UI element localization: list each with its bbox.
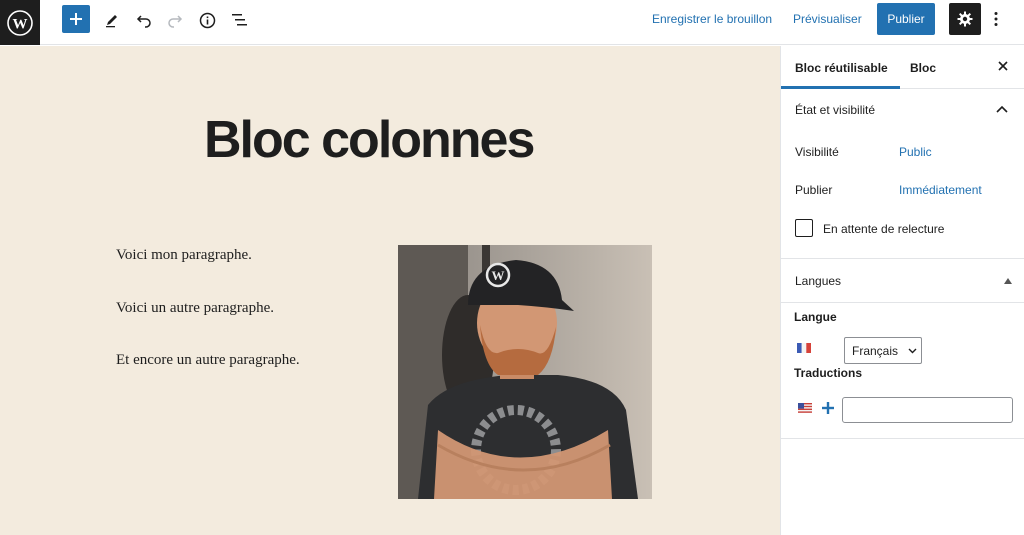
post-title[interactable]: Bloc colonnes — [204, 110, 535, 170]
details-button[interactable] — [193, 6, 221, 34]
plus-icon — [70, 13, 82, 25]
close-icon — [998, 61, 1008, 71]
undo-button[interactable] — [130, 6, 158, 34]
active-tab-indicator — [781, 86, 900, 89]
panel-divider — [781, 438, 1024, 439]
edit-tool-button[interactable] — [98, 6, 126, 34]
close-sidebar-button[interactable] — [995, 58, 1011, 74]
paragraph-block[interactable]: Voici mon paragraphe. — [116, 247, 252, 264]
chevron-up-icon — [996, 105, 1008, 113]
pending-review-checkbox[interactable] — [795, 219, 813, 237]
pencil-icon — [106, 15, 117, 28]
outline-button[interactable] — [225, 6, 253, 34]
preview-link[interactable]: Prévisualiser — [793, 12, 862, 26]
list-view-icon — [231, 14, 247, 26]
translations-label: Traductions — [794, 366, 863, 380]
pending-review-label: En attente de relecture — [823, 222, 945, 236]
language-label: Langue — [794, 310, 837, 324]
add-block-button[interactable] — [62, 5, 90, 33]
svg-text:W: W — [13, 16, 28, 32]
more-options-button[interactable] — [988, 6, 1004, 32]
panel-divider — [781, 258, 1024, 259]
gear-icon — [957, 11, 973, 27]
editor-app: W Enregistrer le brouillon Prévisualiser… — [0, 0, 1024, 535]
french-flag-icon — [797, 343, 811, 353]
redo-button[interactable] — [161, 6, 189, 34]
languages-panel-toggle[interactable]: Langues — [781, 274, 1024, 290]
svg-text:W: W — [492, 268, 505, 283]
caret-up-icon — [1004, 278, 1012, 284]
tab-block[interactable]: Bloc — [910, 61, 936, 75]
redo-icon — [168, 15, 183, 28]
sidebar-tabs: Bloc réutilisable Bloc — [781, 46, 1024, 89]
panel-title: Langues — [795, 274, 842, 288]
publish-button[interactable]: Publier — [877, 3, 935, 35]
settings-button[interactable] — [949, 3, 981, 35]
vertical-ellipsis-icon — [994, 12, 998, 26]
language-select-value: Français — [852, 343, 899, 358]
chevron-down-icon — [908, 348, 917, 354]
plus-icon — [822, 402, 834, 414]
info-icon — [199, 12, 215, 28]
tab-reusable-block[interactable]: Bloc réutilisable — [795, 61, 888, 75]
visibility-value-link[interactable]: Public — [899, 145, 932, 159]
wordpress-logo-icon[interactable]: W — [0, 0, 40, 45]
settings-sidebar: Bloc réutilisable Bloc État et visibilit… — [780, 46, 1024, 535]
image-block[interactable]: W — [398, 245, 652, 499]
undo-icon — [136, 15, 151, 28]
publish-label: Publier — [795, 183, 833, 197]
paragraph-block[interactable]: Et encore un autre paragraphe. — [116, 352, 300, 369]
panel-title: État et visibilité — [795, 103, 876, 117]
top-toolbar: W Enregistrer le brouillon Prévisualiser… — [0, 0, 1024, 45]
us-flag-icon — [798, 403, 812, 413]
paragraph-block[interactable]: Voici un autre paragraphe. — [116, 300, 274, 317]
language-select[interactable]: Français — [844, 337, 922, 364]
save-draft-link[interactable]: Enregistrer le brouillon — [652, 12, 772, 26]
translation-search-input[interactable] — [842, 397, 1013, 423]
panel-divider — [781, 302, 1024, 303]
publish-date-link[interactable]: Immédiatement — [899, 183, 982, 197]
visibility-label: Visibilité — [795, 145, 839, 159]
status-visibility-panel-toggle[interactable]: État et visibilité — [781, 103, 1024, 119]
portrait-photo: W — [398, 245, 652, 499]
editor-canvas: Bloc colonnes Voici mon paragraphe. Voic… — [0, 46, 780, 535]
add-translation-button[interactable] — [821, 401, 835, 415]
